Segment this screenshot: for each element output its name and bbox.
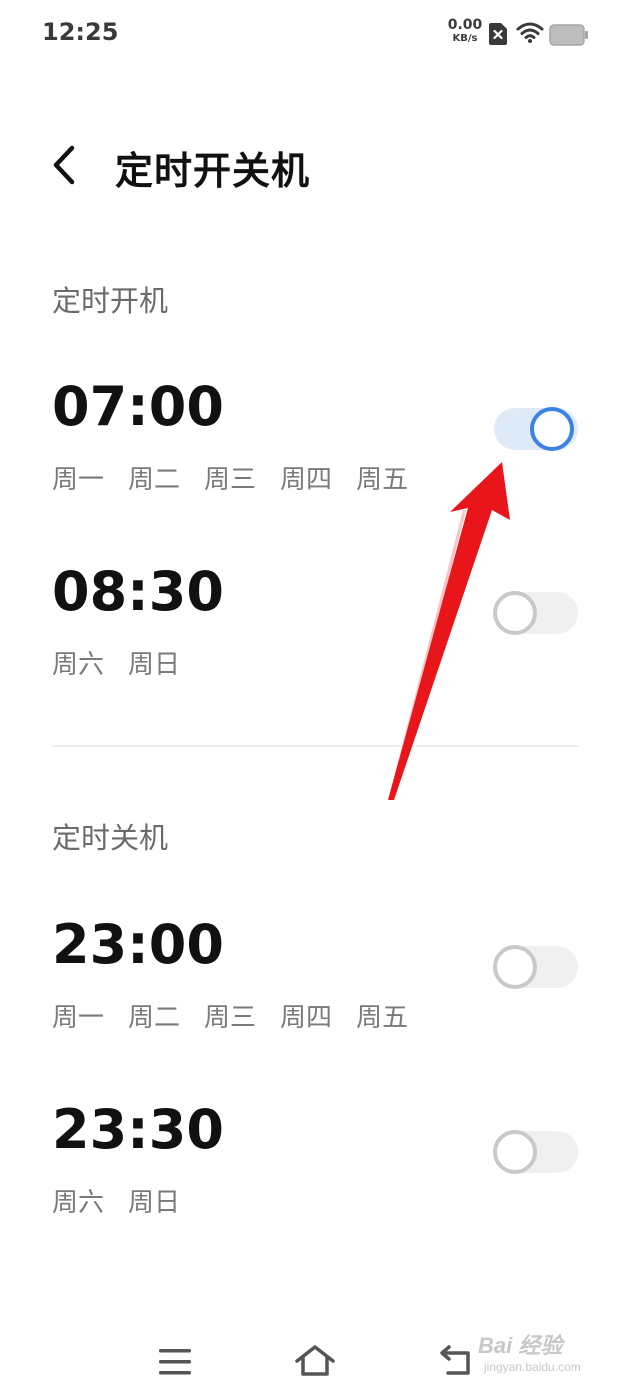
schedule-time: 08:30 [52, 560, 224, 623]
section-title-power-on: 定时开机 [52, 284, 169, 318]
section-divider [52, 745, 579, 747]
toggle-power-on-2[interactable] [493, 591, 578, 635]
menu-icon[interactable] [158, 1347, 192, 1377]
day-label: 周二 [128, 1003, 181, 1033]
day-label: 周四 [280, 465, 333, 495]
network-speed: 0.00 KB/s [445, 18, 485, 44]
schedule-days: 周一 周二 周三 周四 周五 [52, 997, 432, 1034]
watermark-brand: Bai 经验 [478, 1333, 563, 1358]
watermark-url: jingyan.baidu.com [484, 1360, 581, 1374]
toggle-power-on-1[interactable] [494, 407, 578, 451]
wifi-icon [516, 22, 544, 43]
status-bar: 12:25 0.00 KB/s [0, 0, 630, 70]
day-label: 周一 [52, 1003, 105, 1033]
status-time: 12:25 [42, 18, 119, 46]
day-label: 周三 [204, 465, 257, 495]
day-label: 周五 [356, 1003, 409, 1033]
page-title: 定时开关机 [115, 149, 311, 193]
battery-icon [549, 24, 588, 46]
schedule-time: 07:00 [52, 375, 224, 438]
toggle-knob [493, 591, 537, 635]
return-icon[interactable] [438, 1345, 474, 1379]
schedule-days: 周一 周二 周三 周四 周五 [52, 459, 432, 496]
network-speed-value: 0.00 [447, 17, 483, 33]
schedule-time: 23:00 [52, 913, 224, 976]
sim-card-x-icon [489, 23, 507, 45]
screen: 12:25 0.00 KB/s 定时开关机 定时开机 07:00 周一 周二 周三周… [0, 0, 630, 1400]
toggle-power-off-1[interactable] [493, 945, 578, 989]
toggle-knob [493, 1130, 537, 1174]
toggle-knob [530, 407, 574, 451]
toggle-power-off-2[interactable] [493, 1130, 578, 1174]
schedule-days: 周六 周日 [52, 1182, 204, 1219]
day-label: 周四 [280, 1003, 333, 1033]
day-label: 周六 [52, 1188, 105, 1218]
toggle-knob [493, 945, 537, 989]
home-icon[interactable] [294, 1343, 336, 1379]
day-label: 周日 [128, 1188, 181, 1218]
section-title-power-off: 定时关机 [52, 821, 169, 855]
schedule-days: 周六 周日 [52, 644, 204, 681]
baidu-jingyan-watermark: Bai 经验 jingyan.baidu.com [478, 1328, 581, 1374]
schedule-time: 23:30 [52, 1098, 224, 1161]
network-speed-unit: KB/s [452, 33, 478, 44]
back-chevron-icon[interactable] [46, 145, 86, 185]
day-label: 周三 [204, 1003, 257, 1033]
day-label: 周一 [52, 465, 105, 495]
day-label: 周六 [52, 650, 105, 680]
day-label: 周五 [356, 465, 409, 495]
day-label: 周二 [128, 465, 181, 495]
day-label: 周日 [128, 650, 181, 680]
